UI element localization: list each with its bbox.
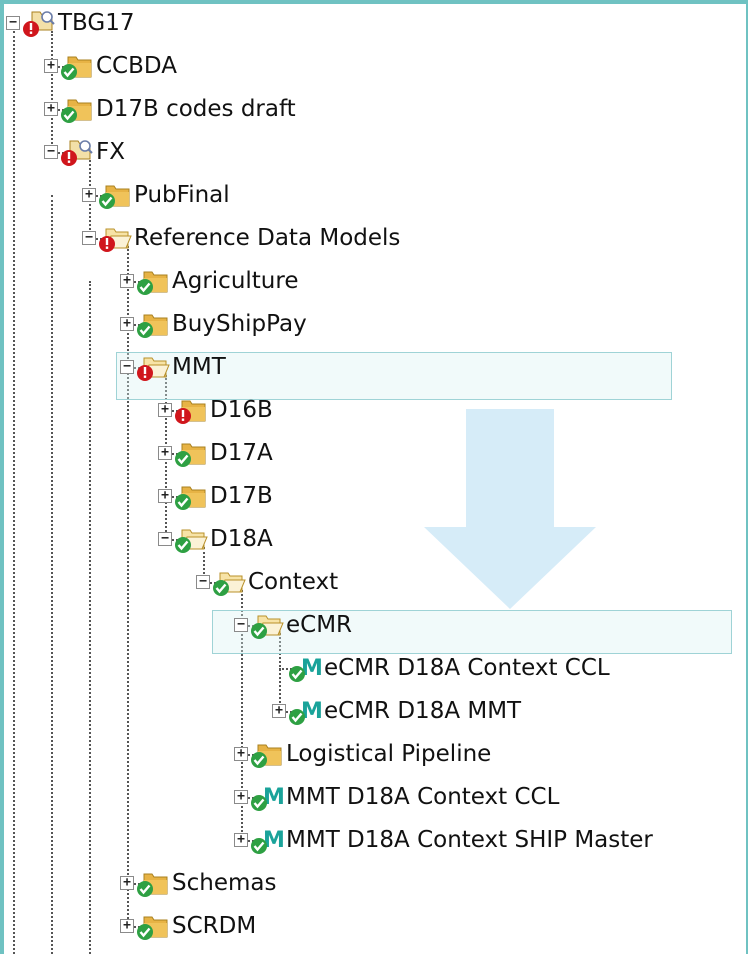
model-ok-icon: M: [288, 696, 323, 726]
tree-node-label: CCBDA: [96, 53, 177, 79]
folder-ok-icon: [136, 868, 170, 898]
tree-node-d17a[interactable]: + D17A: [158, 436, 744, 470]
tree-node-label: D17A: [210, 440, 273, 466]
folder-open-ok-icon: [174, 524, 208, 554]
tree-node-label: FX: [96, 139, 125, 165]
folder-warning-icon: [174, 395, 208, 425]
tree-node-scrdm[interactable]: + SCRDM: [120, 909, 744, 943]
tree-node-label: D17B: [210, 483, 273, 509]
folder-ok-icon: [136, 266, 170, 296]
model-tree-view[interactable]: − TBG17 + CCBDA + D17B codes draft − FX + PubFina…: [0, 0, 748, 954]
tree-node-label: MMT D18A Context SHIP Master: [286, 827, 653, 853]
tree-node-label: TBG17: [58, 10, 135, 36]
tree-node-buyshippay[interactable]: + BuyShipPay: [120, 307, 744, 341]
tree-node-d17b-codes-draft[interactable]: + D17B codes draft: [44, 92, 744, 126]
expand-toggle[interactable]: +: [82, 188, 96, 202]
tree-vertical-connector: [127, 246, 129, 926]
collapse-toggle[interactable]: −: [234, 618, 248, 632]
tree-node-d17b[interactable]: + D17B: [158, 479, 744, 513]
folder-ok-icon: [136, 911, 170, 941]
collapse-toggle[interactable]: −: [82, 231, 96, 245]
folder-ok-icon: [174, 438, 208, 468]
expand-toggle[interactable]: +: [120, 317, 134, 331]
tree-node-schemas[interactable]: + Schemas: [120, 866, 744, 900]
tree-node-tbg17[interactable]: − TBG17: [6, 6, 744, 40]
tree-node-mmt-d18a-context-ship-master[interactable]: + M MMT D18A Context SHIP Master: [234, 823, 744, 857]
tree-node-label: SCRDM: [172, 913, 257, 939]
tree-vertical-connector: [51, 195, 53, 954]
folder-ok-icon: [60, 94, 94, 124]
tree-node-d16b[interactable]: + D16B: [158, 393, 744, 427]
tree-vertical-connector: [13, 31, 15, 954]
folder-open-warning-icon: [136, 352, 170, 382]
collapse-toggle[interactable]: −: [44, 145, 58, 159]
tree-node-reference-data-models[interactable]: − Reference Data Models: [82, 221, 744, 255]
tree-node-label: Context: [248, 569, 339, 595]
folder-ok-icon: [60, 51, 94, 81]
folder-ok-icon: [136, 309, 170, 339]
collapse-toggle[interactable]: −: [158, 532, 172, 546]
tree-node-label: D17B codes draft: [96, 96, 296, 122]
collapse-toggle[interactable]: −: [6, 16, 20, 30]
tree-node-context[interactable]: − Context: [196, 565, 744, 599]
model-ok-icon: M: [250, 782, 285, 812]
expand-toggle[interactable]: +: [120, 274, 134, 288]
expand-toggle[interactable]: +: [120, 876, 134, 890]
tree-node-label: eCMR D18A MMT: [324, 698, 522, 724]
tree-node-mmt-d18a-context-ccl[interactable]: + M MMT D18A Context CCL: [234, 780, 744, 814]
expand-toggle[interactable]: +: [158, 489, 172, 503]
tree-node-label: eCMR: [286, 612, 353, 638]
project-warning-icon: [22, 8, 56, 38]
tree-node-label: PubFinal: [134, 182, 230, 208]
tree-node-pubfinal[interactable]: + PubFinal: [82, 178, 744, 212]
tree-node-label: BuyShipPay: [172, 311, 307, 337]
folder-ok-icon: [250, 739, 284, 769]
tree-node-ecmr-d18a-mmt[interactable]: + MeCMR D18A MMT: [272, 694, 744, 728]
tree-node-d18a[interactable]: − D18A: [158, 522, 744, 556]
expand-toggle[interactable]: +: [158, 403, 172, 417]
expand-toggle[interactable]: +: [234, 747, 248, 761]
tree-vertical-connector: [89, 281, 91, 954]
tree-node-label: Logistical Pipeline: [286, 741, 492, 767]
model-ok-icon: M: [250, 825, 285, 855]
tree-node-fx[interactable]: − FX: [44, 135, 744, 169]
expand-toggle[interactable]: +: [234, 833, 248, 847]
folder-ok-icon: [174, 481, 208, 511]
tree-node-ccbda[interactable]: + CCBDA: [44, 49, 744, 83]
tree-node-mmt[interactable]: − MMT: [120, 350, 744, 384]
expand-toggle[interactable]: +: [44, 102, 58, 116]
project-warning-icon: [60, 137, 94, 167]
tree-node-label: MMT D18A Context CCL: [286, 784, 560, 810]
collapse-toggle[interactable]: −: [120, 360, 134, 374]
tree-node-logistical-pipeline[interactable]: + Logistical Pipeline: [234, 737, 744, 771]
expand-toggle[interactable]: +: [272, 704, 286, 718]
expand-toggle[interactable]: +: [234, 790, 248, 804]
tree-node-label: Agriculture: [172, 268, 299, 294]
folder-ok-icon: [98, 180, 132, 210]
tree-node-label: D16B: [210, 397, 273, 423]
expand-toggle[interactable]: +: [44, 59, 58, 73]
tree-node-label: eCMR D18A Context CCL: [324, 655, 610, 681]
tree-node-label: D18A: [210, 526, 273, 552]
collapse-toggle[interactable]: −: [196, 575, 210, 589]
tree-node-label: Schemas: [172, 870, 277, 896]
folder-open-ok-icon: [212, 567, 246, 597]
folder-open-ok-icon: [250, 610, 284, 640]
tree-node-agriculture[interactable]: + Agriculture: [120, 264, 744, 298]
expand-toggle[interactable]: +: [120, 919, 134, 933]
expand-toggle[interactable]: +: [158, 446, 172, 460]
model-ok-icon: M: [288, 653, 323, 683]
tree-node-ecmr-d18a-context-ccl[interactable]: MeCMR D18A Context CCL: [272, 651, 744, 685]
tree-node-ecmr[interactable]: − eCMR: [234, 608, 744, 642]
folder-open-warning-icon: [98, 223, 132, 253]
tree-node-label: Reference Data Models: [134, 225, 401, 251]
tree-node-label: MMT: [172, 354, 226, 380]
